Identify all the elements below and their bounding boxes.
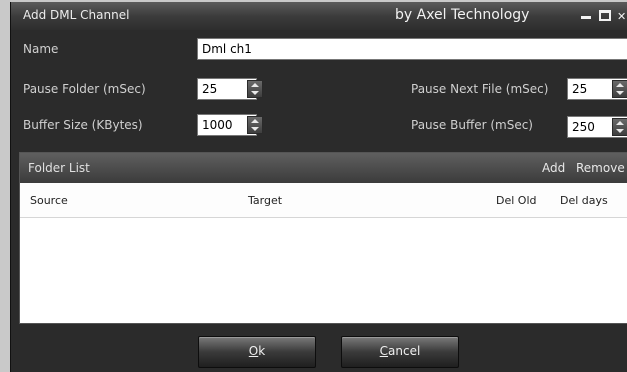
folder-list-title: Folder List bbox=[28, 161, 90, 175]
column-del-old[interactable]: Del Old bbox=[496, 194, 537, 207]
minimize-icon[interactable] bbox=[581, 10, 591, 19]
folder-list-panel: Folder List Add Remove Source Target Del… bbox=[19, 152, 627, 324]
window-title: Add DML Channel bbox=[23, 8, 130, 22]
column-target[interactable]: Target bbox=[248, 194, 282, 207]
folder-list-body[interactable] bbox=[20, 218, 627, 323]
close-icon[interactable]: ✕ bbox=[617, 10, 626, 23]
maximize-icon[interactable] bbox=[599, 10, 611, 21]
pause-buffer-spinner-icon[interactable] bbox=[612, 118, 627, 136]
pause-folder-spinner-icon[interactable] bbox=[247, 80, 263, 98]
ok-button[interactable]: Ok bbox=[198, 336, 316, 368]
cancel-button[interactable]: Cancel bbox=[341, 336, 459, 368]
cancel-label-rest: ancel bbox=[388, 344, 421, 358]
pause-buffer-label: Pause Buffer (mSec) bbox=[411, 118, 533, 132]
dialog-window: Add DML Channel by Axel Technology ✕ Nam… bbox=[10, 2, 627, 372]
pause-folder-label: Pause Folder (mSec) bbox=[23, 82, 146, 96]
name-label: Name bbox=[23, 42, 59, 56]
name-field[interactable]: Dml ch1 bbox=[197, 38, 627, 60]
ok-mnemonic: O bbox=[248, 344, 259, 358]
buffer-size-spinner-icon[interactable] bbox=[247, 116, 263, 134]
pause-next-file-label: Pause Next File (mSec) bbox=[411, 82, 549, 96]
column-source[interactable]: Source bbox=[30, 194, 68, 207]
cancel-mnemonic: C bbox=[379, 344, 389, 358]
pause-next-file-spinner-icon[interactable] bbox=[612, 80, 627, 98]
column-del-days[interactable]: Del days bbox=[560, 194, 608, 207]
title-bar[interactable]: Add DML Channel by Axel Technology ✕ bbox=[11, 2, 627, 30]
remove-button[interactable]: Remove bbox=[576, 161, 625, 175]
column-header-row: Source Target Del Old Del days bbox=[20, 183, 627, 218]
ok-label-rest: k bbox=[258, 344, 266, 358]
brand-label: by Axel Technology bbox=[395, 7, 530, 23]
add-button[interactable]: Add bbox=[542, 161, 565, 175]
folder-list-header: Folder List Add Remove bbox=[20, 153, 627, 183]
buffer-size-label: Buffer Size (KBytes) bbox=[23, 118, 143, 132]
